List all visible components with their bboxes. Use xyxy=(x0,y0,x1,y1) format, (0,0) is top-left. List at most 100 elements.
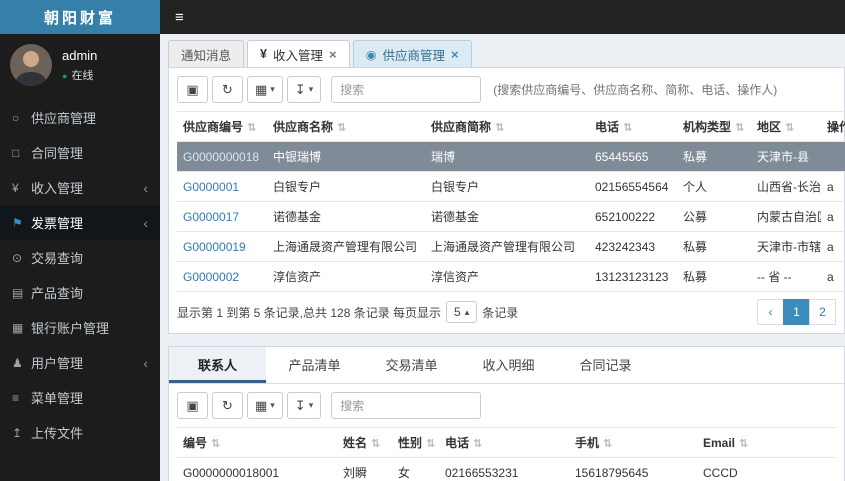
yen-icon: ¥ xyxy=(12,180,19,195)
table-row[interactable]: G0000001 白银专户 白银专户 02156554564 个人 山西省-长治… xyxy=(177,171,845,202)
chevron-left-icon: ‹ xyxy=(143,214,148,231)
sidebar: admin ● 在线 ○ 供应商管理 □ 合同管理 ¥ 收入管理 ‹ ⚑ 发票管… xyxy=(0,34,160,481)
supplier-table: 供应商编号⇅ 供应商名称⇅ 供应商简称⇅ 电话⇅ 机构类型⇅ 地区⇅ 操作人⇅ … xyxy=(177,111,845,292)
tab-notifications[interactable]: 通知消息 xyxy=(168,40,245,67)
supplier-table-header: 供应商编号⇅ 供应商名称⇅ 供应商简称⇅ 电话⇅ 机构类型⇅ 地区⇅ 操作人⇅ xyxy=(177,111,845,142)
sidebar-item-contracts[interactable]: □ 合同管理 xyxy=(0,135,160,170)
card-view-button[interactable]: ▣ xyxy=(177,76,208,103)
col-org-type[interactable]: 机构类型 ⇅ xyxy=(677,111,751,142)
refresh-button[interactable]: ↻ xyxy=(212,76,243,103)
tab-suppliers[interactable]: ◉ 供应商管理 × xyxy=(352,40,472,67)
export-button[interactable]: ↧ ▾ xyxy=(286,392,322,419)
chevron-left-icon: ‹ xyxy=(143,179,148,196)
card-view-button[interactable]: ▣ xyxy=(177,392,208,419)
close-icon[interactable]: × xyxy=(329,47,337,62)
col-name[interactable]: 姓名 ⇅ xyxy=(337,427,392,458)
table-row[interactable]: G00000019 上海通晟资产管理有限公司 上海通晟资产管理有限公司 4232… xyxy=(177,231,845,262)
sidebar-item-users[interactable]: ♟ 用户管理 ‹ xyxy=(0,345,160,380)
table-row[interactable]: G0000000018 中银瑞博 瑞博 65445565 私募 天津市-县 xyxy=(177,141,845,172)
close-icon[interactable]: × xyxy=(451,47,459,62)
flag-icon: ⚑ xyxy=(12,215,23,230)
col-phone[interactable]: 电话 ⇅ xyxy=(439,427,569,458)
col-contact-id[interactable]: 编号 ⇅ xyxy=(177,427,337,458)
list-icon: ▤ xyxy=(12,285,24,300)
columns-button[interactable]: ▦ ▾ xyxy=(247,392,283,419)
sidebar-item-suppliers[interactable]: ○ 供应商管理 xyxy=(0,100,160,135)
contact-table-header: 编号 ⇅ 姓名 ⇅ 性别 ⇅ 电话 ⇅ 手机 ⇅ Email ⇅ xyxy=(177,427,836,458)
card-view-icon: ▣ xyxy=(186,81,199,97)
chevron-down-icon: ▾ xyxy=(308,400,314,410)
menu-icon: ≡ xyxy=(12,390,20,405)
table-row[interactable]: G0000000018001 刘瞬 女 02166553231 15618795… xyxy=(177,457,836,481)
tab-transaction-list[interactable]: 交易清单 xyxy=(363,347,460,383)
document-icon: □ xyxy=(12,145,20,160)
sort-icon: ⇅ xyxy=(426,438,436,450)
chevron-left-icon: ‹ xyxy=(143,354,148,371)
per-page-select[interactable]: 5 ▴ xyxy=(446,301,478,323)
pagination-row: 显示第 1 到第 5 条记录,总共 128 条记录 每页显示 5 ▴ 条记录 ‹… xyxy=(177,299,836,325)
open-tabs-bar: 通知消息 ¥ 收入管理 × ◉ 供应商管理 × xyxy=(168,40,845,67)
tab-contract-records[interactable]: 合同记录 xyxy=(557,347,654,383)
refresh-button[interactable]: ↻ xyxy=(212,392,243,419)
chevron-down-icon: ▾ xyxy=(270,84,275,94)
sort-icon: ⇅ xyxy=(371,438,381,450)
user-panel: admin ● 在线 xyxy=(0,34,160,94)
user-status: ● 在线 xyxy=(62,69,94,82)
table-row[interactable]: G0000002 淳信资产 淳信资产 13123123123 私募 -- 省 -… xyxy=(177,261,845,292)
col-phone[interactable]: 电话 ⇅ xyxy=(589,111,677,142)
tab-income-detail[interactable]: 收入明细 xyxy=(460,347,557,383)
export-button[interactable]: ↧ ▾ xyxy=(286,76,322,103)
pagination-summary: 显示第 1 到第 5 条记录,总共 128 条记录 每页显示 xyxy=(177,305,442,320)
tab-income[interactable]: ¥ 收入管理 × xyxy=(247,40,350,67)
supplier-toolbar: ▣ ↻ ▦ ▾ ↧ ▾ (搜索供应商编号、供应商名称、简称、电话、操作人) xyxy=(177,76,836,103)
col-gender[interactable]: 性别 ⇅ xyxy=(392,427,439,458)
tab-contacts[interactable]: 联系人 xyxy=(169,347,266,383)
chevron-up-icon: ▴ xyxy=(464,306,470,317)
sidebar-item-menus[interactable]: ≡ 菜单管理 xyxy=(0,380,160,415)
sidebar-menu: ○ 供应商管理 □ 合同管理 ¥ 收入管理 ‹ ⚑ 发票管理 ‹ ⊙ 交易查询 … xyxy=(0,100,160,450)
user-icon: ♟ xyxy=(12,355,23,370)
page-buttons: ‹ 1 2 xyxy=(757,299,836,325)
columns-icon: ▦ xyxy=(255,397,268,413)
sidebar-item-bank-accounts[interactable]: ▦ 银行账户管理 xyxy=(0,310,160,345)
sidebar-item-upload[interactable]: ↥ 上传文件 xyxy=(0,415,160,450)
contact-toolbar: ▣ ↻ ▦ ▾ ↧ ▾ xyxy=(177,392,836,419)
search-hint: (搜索供应商编号、供应商名称、简称、电话、操作人) xyxy=(493,83,778,97)
sort-icon: ⇅ xyxy=(785,122,795,134)
contact-search-input[interactable] xyxy=(331,392,482,419)
page-2-button[interactable]: 2 xyxy=(809,299,836,325)
sidebar-item-products[interactable]: ▤ 产品查询 xyxy=(0,275,160,310)
col-email[interactable]: Email ⇅ xyxy=(697,427,836,458)
col-mobile[interactable]: 手机 ⇅ xyxy=(569,427,697,458)
user-name: admin xyxy=(62,47,98,63)
sidebar-item-transactions[interactable]: ⊙ 交易查询 xyxy=(0,240,160,275)
col-supplier-name[interactable]: 供应商名称 ⇅ xyxy=(267,111,425,142)
detail-tabs: 联系人 产品清单 交易清单 收入明细 合同记录 xyxy=(169,347,844,384)
sidebar-toggle-icon[interactable]: ≡ xyxy=(175,9,184,26)
sort-icon: ⇅ xyxy=(247,122,257,134)
col-operator[interactable]: 操作人⇅ xyxy=(821,111,845,142)
top-bar: 朝阳财富 ≡ xyxy=(0,0,845,34)
upload-icon: ↥ xyxy=(12,425,23,440)
page-prev-button[interactable]: ‹ xyxy=(757,299,784,325)
navbar: ≡ xyxy=(160,0,845,34)
col-region[interactable]: 地区 ⇅ xyxy=(751,111,821,142)
supplier-search-input[interactable] xyxy=(331,76,482,103)
table-row[interactable]: G0000017 诺德基金 诺德基金 652100222 公募 内蒙古自治区 a xyxy=(177,201,845,232)
circle-icon: ○ xyxy=(12,110,20,125)
col-supplier-short[interactable]: 供应商简称 ⇅ xyxy=(425,111,589,142)
sort-icon: ⇅ xyxy=(603,438,613,450)
sidebar-item-invoices[interactable]: ⚑ 发票管理 ‹ xyxy=(0,205,160,240)
col-supplier-id[interactable]: 供应商编号 ⇅ xyxy=(177,111,267,142)
sort-icon: ⇅ xyxy=(735,122,745,134)
main-content: 通知消息 ¥ 收入管理 × ◉ 供应商管理 × ▣ ↻ ▦ ▾ ↧ ▾ 搜索 (… xyxy=(160,34,845,481)
avatar xyxy=(10,44,52,86)
supplier-panel: ▣ ↻ ▦ ▾ ↧ ▾ (搜索供应商编号、供应商名称、简称、电话、操作人) xyxy=(168,67,845,334)
columns-button[interactable]: ▦ ▾ xyxy=(247,76,283,103)
pagination-summary-suffix: 条记录 xyxy=(482,305,519,320)
tab-product-list[interactable]: 产品清单 xyxy=(266,347,363,383)
page-1-button[interactable]: 1 xyxy=(783,299,810,325)
sidebar-item-income[interactable]: ¥ 收入管理 ‹ xyxy=(0,170,160,205)
export-icon: ↧ xyxy=(294,397,306,413)
yen-icon: ¥ xyxy=(260,47,267,61)
